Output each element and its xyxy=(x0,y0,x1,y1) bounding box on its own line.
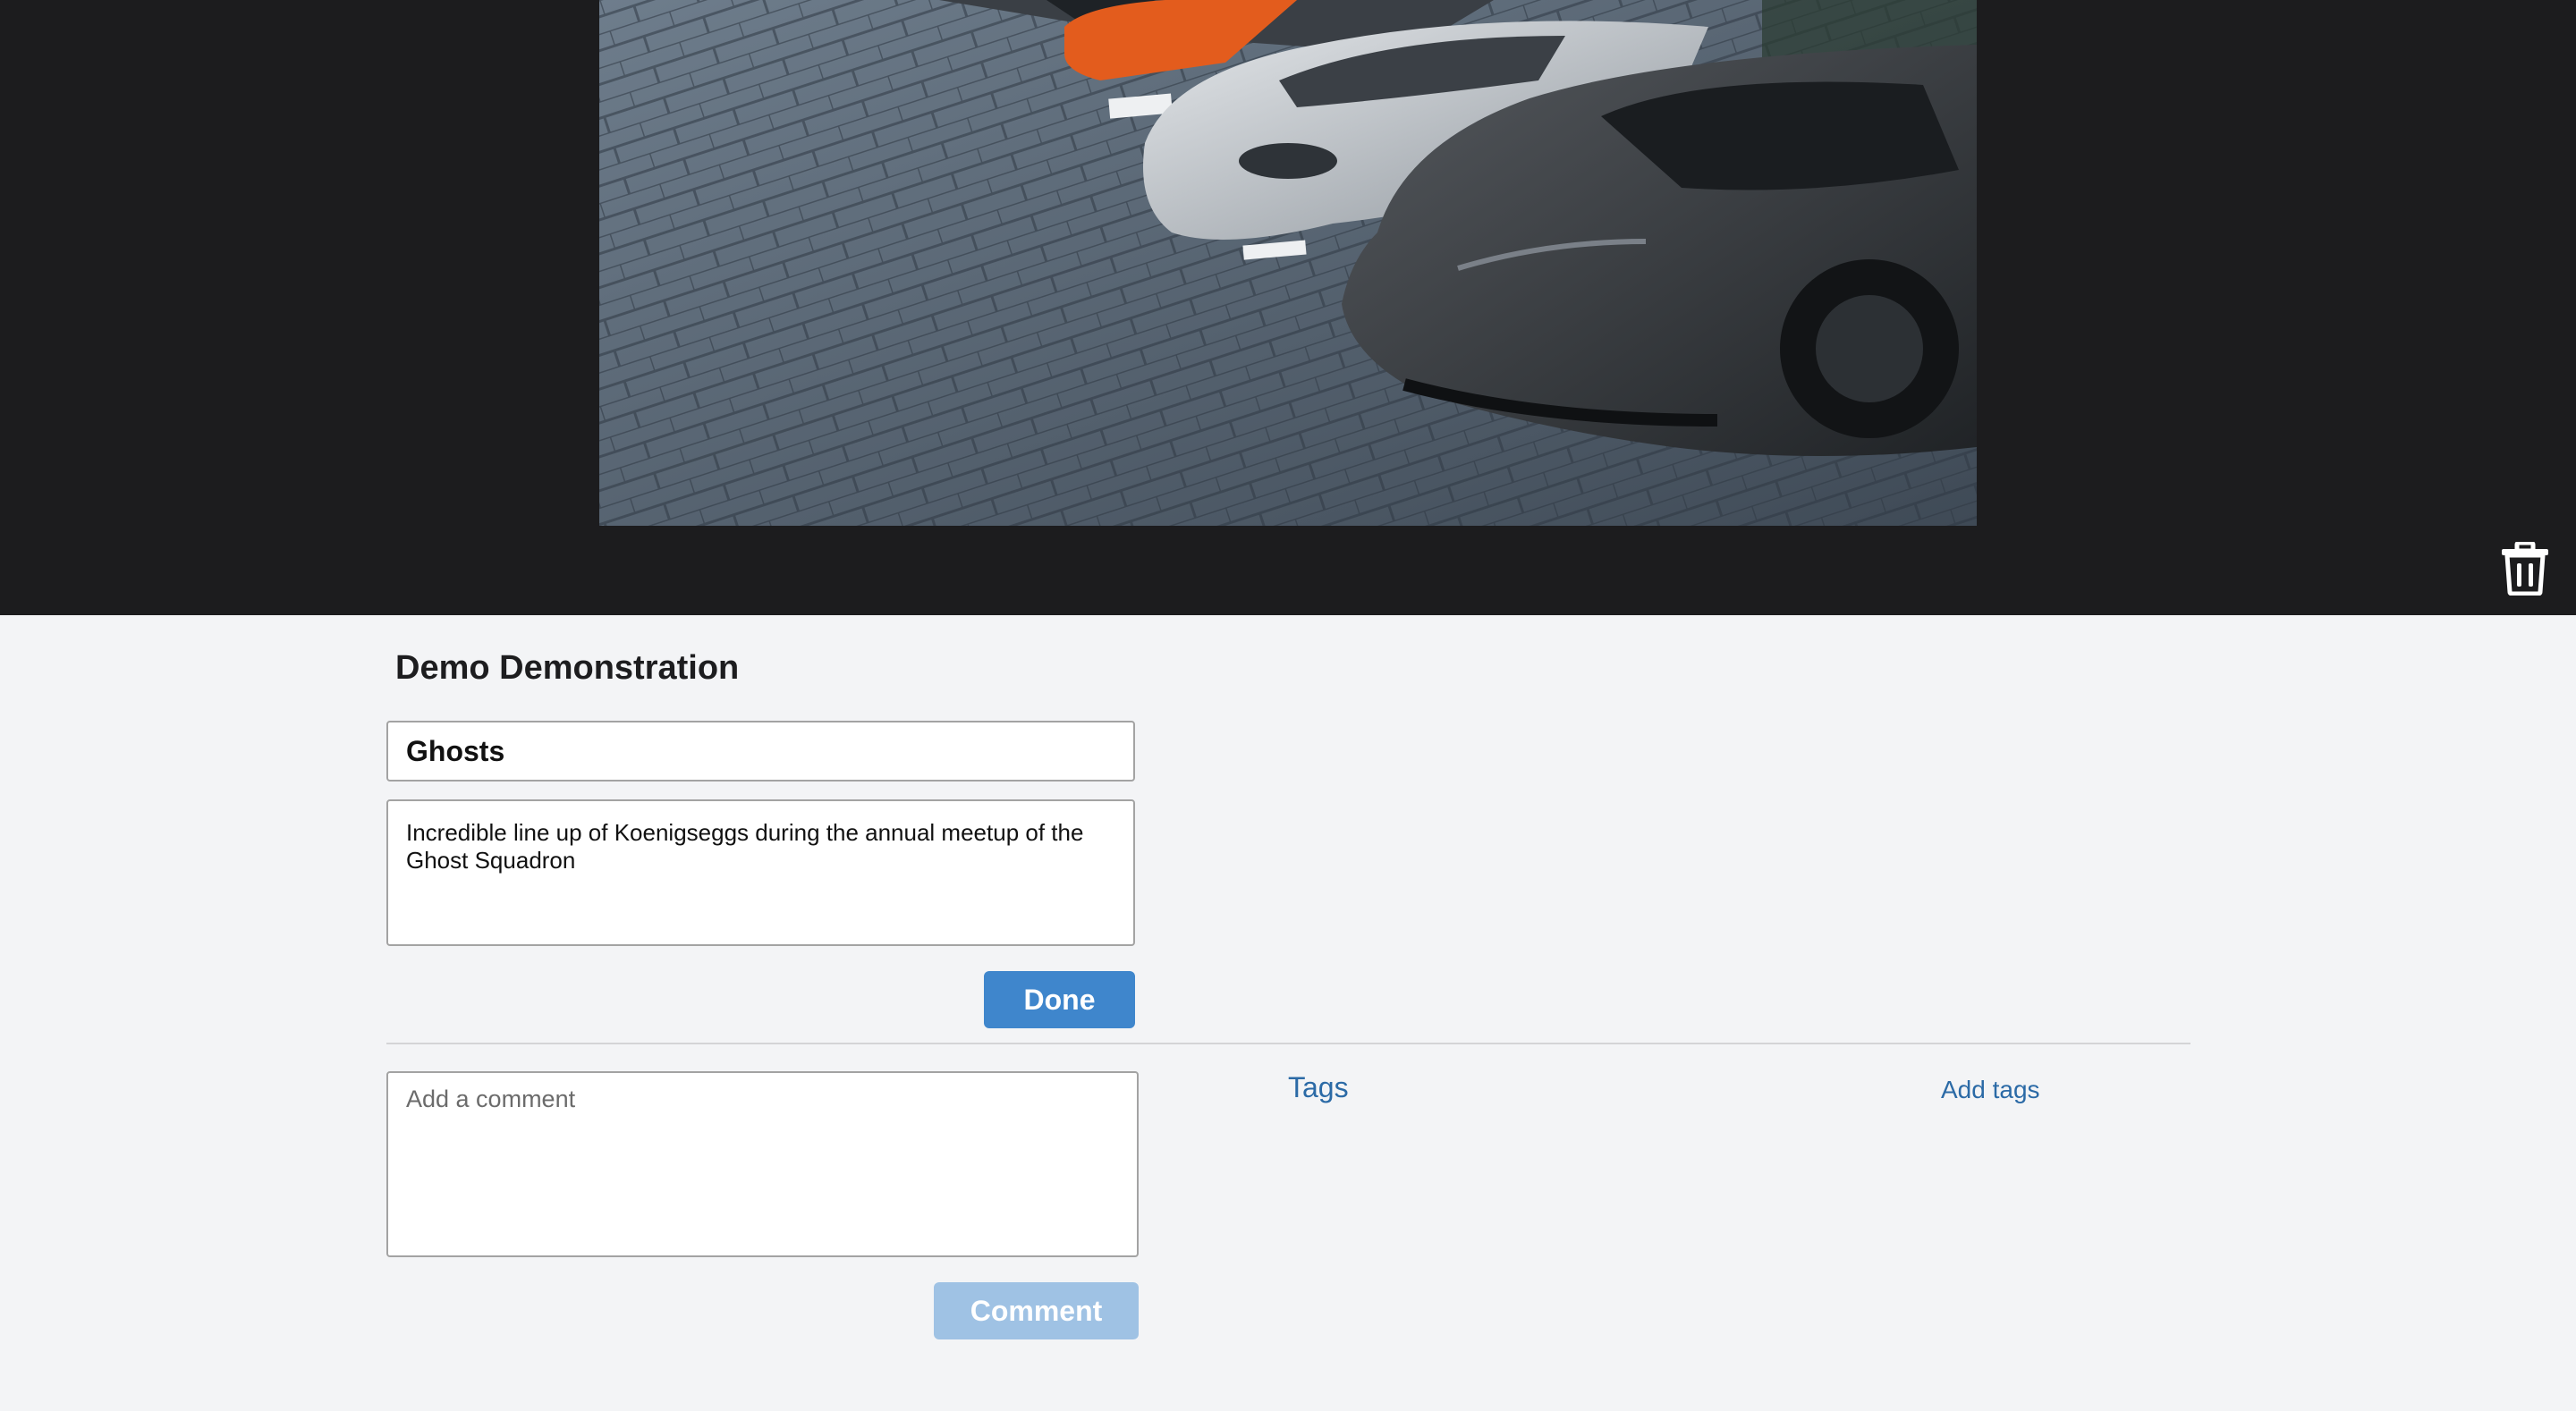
photo-image xyxy=(599,0,1977,526)
photo-viewer xyxy=(0,0,2576,615)
photo-name-input[interactable] xyxy=(386,721,1135,782)
done-button[interactable]: Done xyxy=(984,971,1135,1028)
divider xyxy=(386,1043,2190,1044)
add-tags-link[interactable]: Add tags xyxy=(1941,1076,2040,1104)
page-title: Demo Demonstration xyxy=(395,649,740,687)
photo-details-panel: Demo Demonstration Incredible line up of… xyxy=(0,615,2576,1411)
comment-input[interactable] xyxy=(386,1071,1139,1257)
tags-heading: Tags xyxy=(1288,1071,1349,1103)
comment-button[interactable]: Comment xyxy=(934,1282,1139,1339)
photo-description-input[interactable]: Incredible line up of Koenigseggs during… xyxy=(386,799,1135,946)
trash-icon[interactable] xyxy=(2501,542,2549,596)
photo-illustration xyxy=(599,0,1977,526)
